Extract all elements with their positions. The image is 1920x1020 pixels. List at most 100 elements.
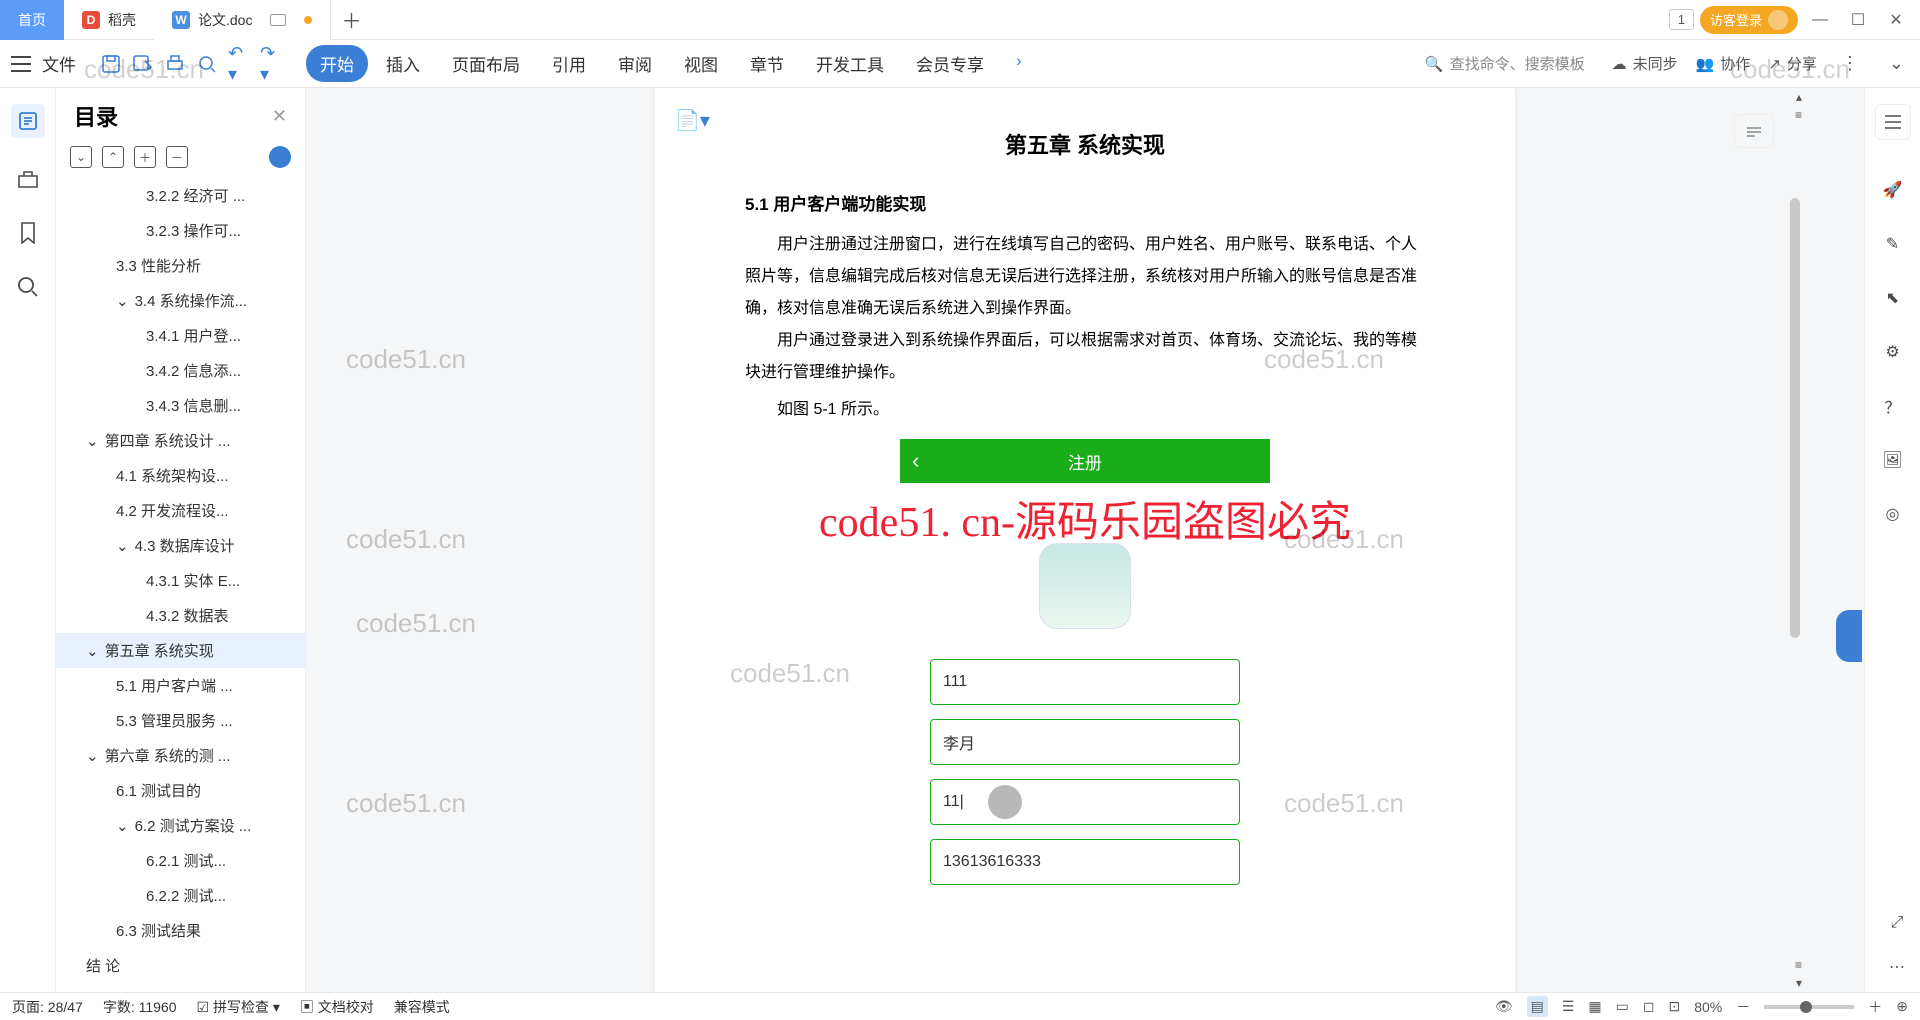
watermark: code51.cn <box>346 344 466 375</box>
tab-docker[interactable]: D稻壳 <box>64 0 154 40</box>
right-menu-icon[interactable] <box>1875 104 1911 140</box>
toc-item[interactable]: ⌄第五章 系统实现 <box>56 633 305 668</box>
scroll-marker-icon[interactable]: ≡ <box>1795 958 1802 972</box>
toc-item[interactable]: 结 论 <box>56 948 305 983</box>
page-options-icon[interactable]: 📄▾ <box>675 108 710 133</box>
search-panel-icon[interactable] <box>15 274 41 300</box>
side-fab[interactable] <box>1836 610 1862 662</box>
toc-item[interactable]: 4.1 系统架构设... <box>56 458 305 493</box>
watermark: code51.cn <box>346 524 466 555</box>
page-view-icon[interactable]: ▤ <box>1527 996 1548 1017</box>
tab-label: 论文.doc <box>198 10 252 30</box>
redo-icon[interactable]: ↷ ▾ <box>260 53 282 75</box>
toc-item[interactable]: 6.2.2 测试... <box>56 878 305 913</box>
window-count[interactable]: 1 <box>1669 9 1694 30</box>
outline-view-icon[interactable]: ☰ <box>1562 998 1575 1015</box>
help-icon[interactable]: ？ <box>1879 392 1907 420</box>
toc-item[interactable]: 3.2.2 经济可 ... <box>56 178 305 213</box>
outline-icon[interactable] <box>11 104 45 138</box>
ribbon-tab-insert[interactable]: 插入 <box>372 45 434 82</box>
new-tab-button[interactable]: ＋ <box>331 5 371 34</box>
toc-item-label: 第五章 系统实现 <box>105 640 214 661</box>
more-dots-icon[interactable]: ⋯ <box>1884 954 1910 980</box>
scroll-up-icon[interactable]: ▴ <box>1796 90 1802 104</box>
toc-close-button[interactable]: ✕ <box>272 106 287 127</box>
toc-item[interactable]: 3.4.1 用户登... <box>56 318 305 353</box>
toc-item[interactable]: ⌄第六章 系统的测 ... <box>56 738 305 773</box>
proofread-button[interactable]: ▣ 文档校对 <box>300 997 374 1017</box>
eye-mode-icon[interactable]: 👁 <box>1495 998 1513 1015</box>
ribbon-tab-reference[interactable]: 引用 <box>538 45 600 82</box>
toc-item[interactable]: ⌄第四章 系统设计 ... <box>56 423 305 458</box>
toc-item[interactable]: 4.3.1 实体 E... <box>56 563 305 598</box>
scroll-down-icon[interactable]: ▾ <box>1796 976 1802 990</box>
hamburger-icon[interactable] <box>10 53 32 75</box>
zoom-slider[interactable] <box>1764 1005 1854 1009</box>
toolbox-icon[interactable] <box>15 166 41 192</box>
zoom-out-icon[interactable]: － <box>1736 997 1750 1017</box>
toc-item[interactable]: 3.3 性能分析 <box>56 248 305 283</box>
page-indicator[interactable]: 页面: 28/47 <box>12 997 83 1017</box>
toc-item[interactable]: 3.4.2 信息添... <box>56 353 305 388</box>
ribbon-tab-start[interactable]: 开始 <box>306 45 368 82</box>
toc-item-label: 3.4.1 用户登... <box>146 328 241 345</box>
word-count[interactable]: 字数: 11960 <box>103 997 177 1017</box>
rocket-icon[interactable]: 🚀 <box>1879 176 1907 204</box>
toc-item[interactable]: 4.3.2 数据表 <box>56 598 305 633</box>
bookmark-icon[interactable] <box>15 220 41 246</box>
zoom-in-icon[interactable]: ＋ <box>1868 997 1882 1017</box>
toc-item[interactable]: 4.2 开发流程设... <box>56 493 305 528</box>
ribbon-tab-view[interactable]: 视图 <box>670 45 732 82</box>
location-icon[interactable]: ◎ <box>1879 500 1907 528</box>
ai-panel-toggle[interactable] <box>1734 114 1774 148</box>
toc-collapse-icon[interactable]: ⌄ <box>70 146 92 168</box>
read-view-icon[interactable]: ▭ <box>1616 998 1629 1015</box>
web-view-icon[interactable]: ▦ <box>1588 998 1601 1015</box>
zoom-label[interactable]: 80% <box>1694 999 1722 1015</box>
toc-item[interactable]: 3.4.3 信息删... <box>56 388 305 423</box>
expand-icon[interactable]: ⤢ <box>1884 910 1910 936</box>
ribbon-tab-chapter[interactable]: 章节 <box>736 45 798 82</box>
file-menu[interactable]: 文件 <box>42 51 76 76</box>
maximize-button[interactable]: ☐ <box>1842 4 1874 36</box>
ribbon-tab-review[interactable]: 审阅 <box>604 45 666 82</box>
login-button[interactable]: 访客登录 <box>1700 6 1798 34</box>
tab-document[interactable]: W论文.doc <box>154 0 331 40</box>
toc-item[interactable]: 6.1 测试目的 <box>56 773 305 808</box>
spellcheck-toggle[interactable]: ☑ 拼写检查 ▾ <box>197 997 280 1017</box>
search-icon: 🔍 <box>1425 55 1444 73</box>
cursor-icon[interactable]: ⬉ <box>1879 284 1907 312</box>
ribbon-tab-devtools[interactable]: 开发工具 <box>802 45 898 82</box>
toc-item[interactable]: 6.3 测试结果 <box>56 913 305 948</box>
pen-icon[interactable]: ✎ <box>1879 230 1907 258</box>
toc-item[interactable]: ⌄4.3 数据库设计 <box>56 528 305 563</box>
toc-expand-icon[interactable]: ⌃ <box>102 146 124 168</box>
toc-sync-icon[interactable] <box>269 146 291 168</box>
ribbon-tab-member[interactable]: 会员专享 <box>902 45 998 82</box>
ribbon-tab-layout[interactable]: 页面布局 <box>438 45 534 82</box>
tab-home[interactable]: 首页 <box>0 0 64 40</box>
toc-item[interactable]: ⌄3.4 系统操作流... <box>56 283 305 318</box>
settings-slider-icon[interactable]: ⚙ <box>1879 338 1907 366</box>
image-tools-icon[interactable]: 🖼 <box>1879 446 1907 474</box>
toc-item[interactable]: 6.2.1 测试... <box>56 843 305 878</box>
scrollbar-thumb[interactable] <box>1790 198 1800 638</box>
vertical-scrollbar[interactable]: ▴ ≡ ≡ ▾ <box>1786 88 1804 992</box>
toc-item[interactable]: 5.1 用户客户端 ... <box>56 668 305 703</box>
command-search[interactable]: 🔍查找命令、搜索模板 <box>1416 48 1594 79</box>
collapse-ribbon-icon[interactable]: ⌄ <box>1883 53 1910 74</box>
toc-item[interactable]: ⌄6.2 测试方案设 ... <box>56 808 305 843</box>
fullscreen-view-icon[interactable]: ◻ <box>1643 998 1655 1015</box>
fit-icon[interactable]: ⊡ <box>1669 998 1681 1015</box>
toc-item[interactable]: 3.2.3 操作可... <box>56 213 305 248</box>
close-button[interactable]: ✕ <box>1880 4 1912 36</box>
toc-add-icon[interactable]: ＋ <box>134 146 156 168</box>
minimize-button[interactable]: — <box>1804 4 1836 36</box>
scroll-marker-icon[interactable]: ≡ <box>1795 108 1802 122</box>
zoom-extent-icon[interactable]: ⊕ <box>1896 998 1908 1015</box>
toc-item[interactable]: 5.3 管理员服务 ... <box>56 703 305 738</box>
undo-icon[interactable]: ↶ ▾ <box>228 53 250 75</box>
toc-remove-icon[interactable]: － <box>166 146 188 168</box>
ribbon-more[interactable]: › <box>1002 45 1036 82</box>
sync-status[interactable]: ☁未同步 <box>1612 53 1678 74</box>
